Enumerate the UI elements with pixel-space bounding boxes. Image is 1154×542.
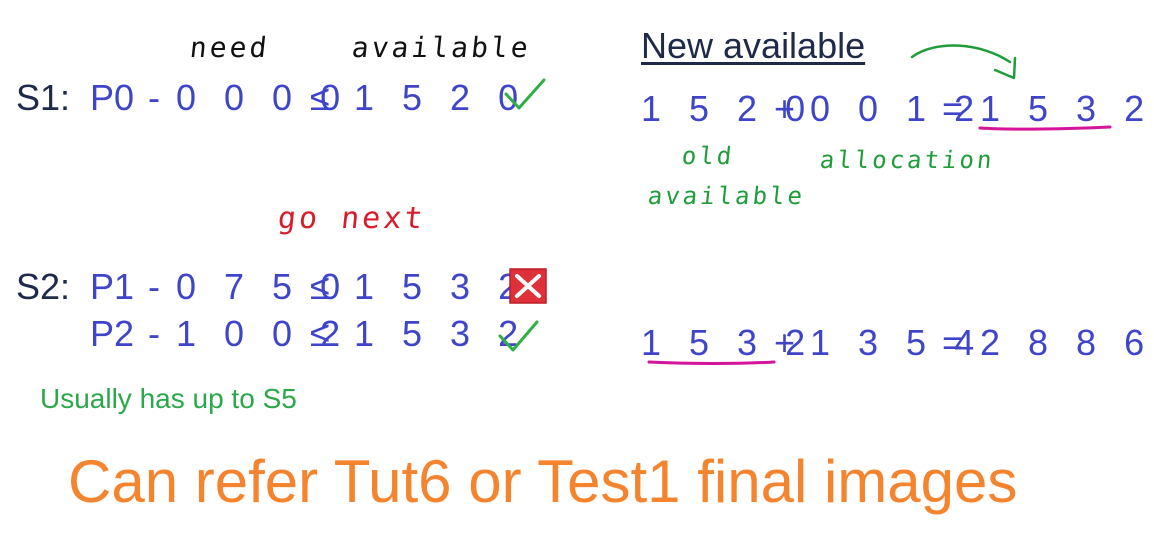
s2-p1-process: P1 [90,266,135,307]
allocation-annotation: allocation [818,146,996,174]
eq1-equals: = [942,88,964,129]
eq2-result: 2 8 8 6 [980,322,1154,363]
s2-p2-dash: - [148,313,160,354]
footer-note: Can refer Tut6 or Test1 final images [68,448,1018,515]
need-header: need [188,31,272,64]
new-available-title: New available [641,25,866,66]
available-header: available [350,31,533,64]
eq1-plus: + [774,88,796,129]
s2-p1-available-value: 1 5 3 2 [354,266,528,307]
s1-leq: ≤ [310,77,330,118]
go-next-note: go next [276,201,428,236]
s2-p1-dash: - [148,266,160,307]
s1-process: P0 [90,77,135,118]
s1-dash: - [148,77,160,118]
eq2-plus: + [774,322,796,363]
eq2-equals: = [942,322,964,363]
available-annotation: available [646,182,807,210]
s1-available-value: 1 5 2 0 [354,77,528,118]
s2-p1-leq: ≤ [310,266,330,307]
s2-p2-available-value: 1 5 3 2 [354,313,528,354]
s2-p2-process: P2 [90,313,135,354]
s1-label: S1: [16,77,71,118]
s2-label: S2: [16,266,71,307]
s2-p2-leq: ≤ [310,313,330,354]
old-annotation: old [680,142,736,170]
usually-note: Usually has up to S5 [40,383,297,414]
eq1-result: 1 5 3 2 [980,88,1154,129]
